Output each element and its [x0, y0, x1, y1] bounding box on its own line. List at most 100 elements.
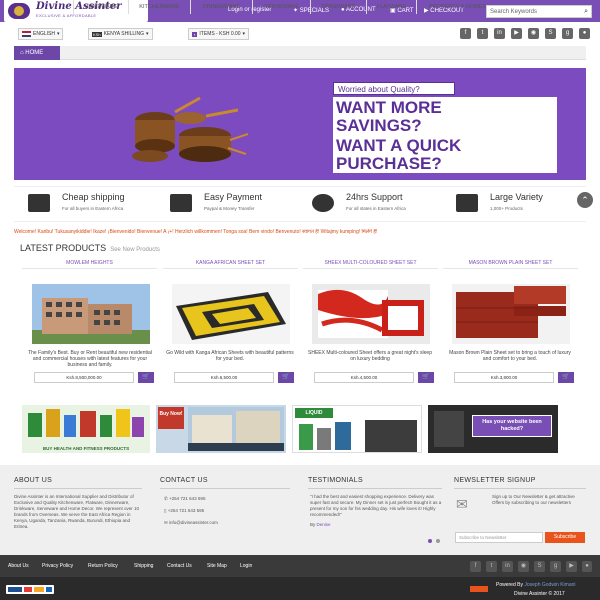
about-text: Divine Assinter is an International Supp…: [14, 494, 139, 529]
banner-line-1: WANT MORE: [336, 98, 442, 117]
copyright-bar: [0, 577, 600, 600]
search-icon[interactable]: ⌕: [584, 8, 588, 16]
product-image-mason-brown-sheet[interactable]: [452, 284, 570, 344]
product-description: Go Wild with Kanga African Sheets with b…: [166, 350, 294, 362]
add-to-cart-icon[interactable]: 🛒: [418, 372, 434, 383]
latest-products-heading: LATEST PRODUCTS See New Products: [20, 243, 160, 253]
money-icon: [170, 194, 192, 212]
nav-drinkware[interactable]: DRINKWARE: [310, 0, 366, 14]
nav-dinnerware[interactable]: DINNERWARE: [190, 0, 252, 14]
newsletter-email-input[interactable]: Subscribe to Newsletter: [455, 532, 543, 543]
footer-link-about[interactable]: About Us: [8, 563, 29, 569]
cart-summary-value: ITEMS - KSH 0.00: [199, 31, 241, 37]
feature-subtitle: Paypal & Money Transfer: [204, 206, 255, 211]
product-price: Ksh.6,500.00: [174, 372, 274, 383]
skype-icon[interactable]: S: [534, 561, 545, 572]
scroll-up-icon[interactable]: ⌃: [577, 192, 593, 208]
feature-title: 24hrs Support: [346, 192, 403, 202]
youtube-icon[interactable]: ▶: [511, 28, 522, 39]
add-to-cart-icon[interactable]: 🛒: [138, 372, 154, 383]
flickr-icon[interactable]: ●: [582, 561, 592, 572]
product-title[interactable]: MASON BROWN PLAIN SHEET SET: [443, 260, 578, 266]
footer-link-login[interactable]: Login: [240, 563, 252, 569]
product-image-kanga-sheet[interactable]: [172, 284, 290, 344]
logo-emblem-icon: [8, 3, 30, 19]
feature-title: Large Variety: [490, 192, 543, 202]
chevron-down-icon: ▾: [146, 31, 149, 37]
powered-by: Powered By Joseph Godwin Kimani: [496, 582, 576, 588]
nav-home-label: HOME: [25, 50, 44, 56]
footer-link-sitemap[interactable]: Site Map: [207, 563, 227, 569]
nav-kitchenware[interactable]: KITCHENWARE: [128, 0, 190, 14]
nav-home[interactable]: ⌂ HOME: [14, 46, 60, 60]
flickr-icon[interactable]: ●: [579, 28, 590, 39]
footer-link-privacy[interactable]: Privacy Policy: [42, 563, 73, 569]
ad-buy-badge: Buy Now!: [158, 407, 184, 429]
nav-property-homes[interactable]: PROPERTY & HOMES: [416, 0, 498, 14]
twitter-icon[interactable]: t: [486, 561, 497, 572]
product-title[interactable]: MOWLEM HEIGHTS: [22, 260, 157, 266]
product-image-sheex-sheet[interactable]: [312, 284, 430, 344]
see-new-products-link[interactable]: See New Products: [110, 247, 160, 253]
currency-select[interactable]: KSh KENYA SHILLING ▾: [88, 28, 153, 40]
banner-line-3: WANT A QUICK: [336, 136, 462, 155]
currency-badge-icon: KSh: [92, 31, 102, 37]
divider: [160, 488, 290, 489]
rss-icon[interactable]: ◉: [518, 561, 529, 572]
nav-serveware[interactable]: SERVEWARE: [252, 0, 310, 14]
google-plus-icon[interactable]: g: [550, 561, 561, 572]
about-heading: ABOUT US: [14, 477, 53, 484]
chevron-down-icon: ▾: [242, 31, 246, 37]
main-nav: [14, 46, 586, 60]
carousel-dot[interactable]: [428, 539, 432, 543]
divider: [163, 268, 298, 269]
product-title[interactable]: SHEEX MULTI-COLOURED SHEET SET: [303, 260, 438, 266]
banner-purchase-headline: WANT A QUICK PURCHASE?: [333, 135, 557, 173]
twitter-icon[interactable]: t: [477, 28, 488, 39]
ad-liquid-products[interactable]: LIQUID: [292, 405, 422, 453]
facebook-icon[interactable]: f: [470, 561, 481, 572]
google-plus-icon[interactable]: g: [562, 28, 573, 39]
contact-email[interactable]: ✉ info@divineassinter.com: [164, 520, 218, 526]
ad-property[interactable]: Buy Now!: [156, 405, 286, 453]
youtube-icon[interactable]: ▶: [566, 561, 577, 572]
linkedin-icon[interactable]: in: [494, 28, 505, 39]
product-image-mowlem-heights[interactable]: [32, 284, 150, 344]
powered-name-link[interactable]: Joseph Godwin Kimani: [524, 582, 575, 588]
linkedin-icon[interactable]: in: [502, 561, 513, 572]
contact-phone-2[interactable]: ▯ +254 721 643 595: [164, 508, 204, 514]
ad-health-fitness[interactable]: BUY HEALTH AND FITNESS PRODUCTS: [22, 405, 150, 453]
banner-worried-text: Worried about Quality?: [333, 82, 455, 95]
phone-2-text: +254 721 643 595: [167, 508, 205, 513]
cart-summary-select[interactable]: ▪ ITEMS - KSH 0.00 ▾: [188, 28, 250, 40]
search-input[interactable]: Search Keywords ⌕: [486, 5, 592, 18]
truck-icon: [28, 194, 50, 212]
language-value: ENGLISH: [33, 31, 55, 37]
language-select[interactable]: ENGLISH ▾: [18, 28, 64, 40]
footer-link-contact[interactable]: Contact Us: [167, 563, 192, 569]
skype-icon[interactable]: S: [545, 28, 556, 39]
facebook-icon[interactable]: f: [460, 28, 471, 39]
nav-homeware[interactable]: HOMEWARE: [73, 0, 128, 14]
subscribe-button[interactable]: Subscribe: [545, 532, 585, 543]
ad-website-hacked[interactable]: Has your website been hacked?: [428, 405, 558, 453]
product-title[interactable]: KANGA AFRICAN SHEET SET: [163, 260, 298, 266]
product-price: Ksh.8,500,000.00: [34, 372, 134, 383]
footer-link-shipping[interactable]: Shipping: [134, 563, 153, 569]
add-to-cart-icon[interactable]: 🛒: [558, 372, 574, 383]
cookware-set-image: [132, 96, 249, 162]
carousel-dot[interactable]: [436, 539, 440, 543]
rss-icon[interactable]: ◉: [528, 28, 539, 39]
nav-flatware[interactable]: FLATWARE: [366, 0, 416, 14]
contact-phone-1[interactable]: ✆ +254 721 643 595: [164, 496, 205, 502]
ad-liquid-label: LIQUID: [295, 408, 333, 418]
add-to-cart-icon[interactable]: 🛒: [278, 372, 294, 383]
newsletter-text: Sign up to Our Newsletter & get attracti…: [492, 494, 575, 505]
divider: [303, 268, 438, 269]
feature-subtitle: 1,000+ Products: [490, 206, 523, 211]
apartment-building-image: [188, 407, 284, 451]
footer-link-return[interactable]: Return Policy: [88, 563, 118, 569]
testimonial-name: Denise: [316, 522, 331, 527]
payment-methods-icon: [6, 585, 54, 594]
divider: [454, 488, 586, 489]
